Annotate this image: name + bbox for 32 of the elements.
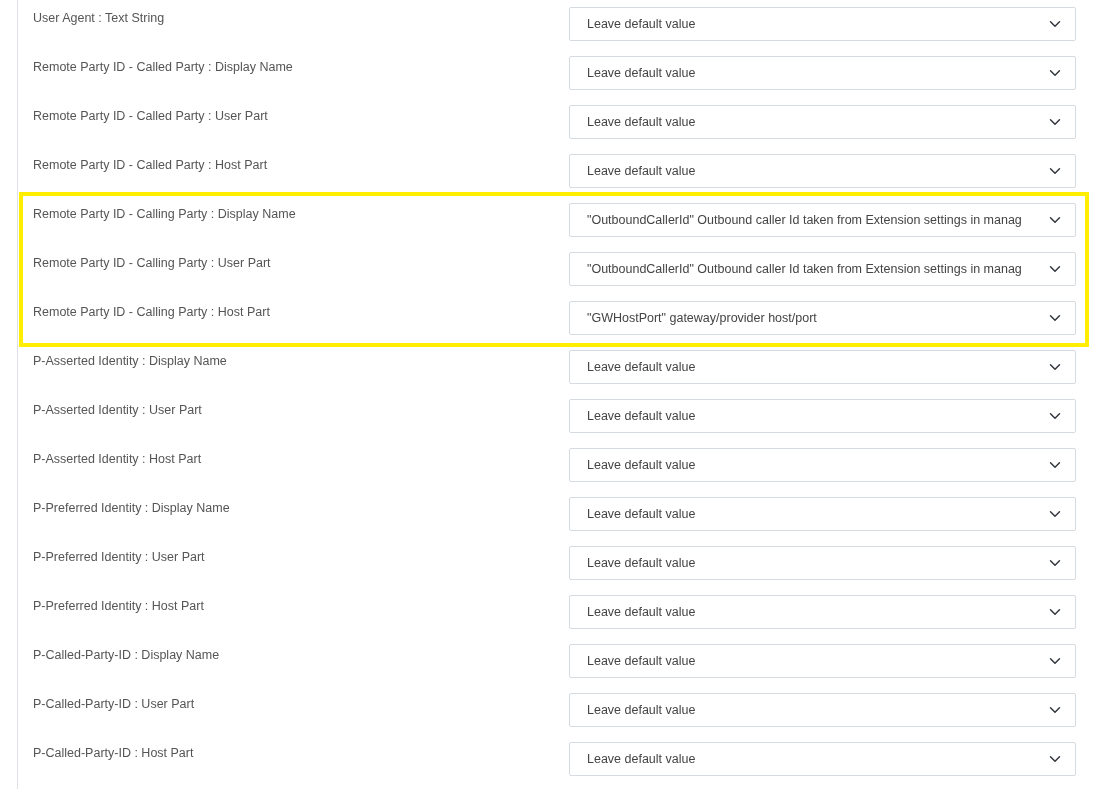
dropdown[interactable]: Leave default value [569, 350, 1076, 384]
dropdown[interactable]: Leave default value [569, 7, 1076, 41]
field-label: Remote Party ID - Calling Party : Display Name [33, 206, 297, 223]
field-label: P-Asserted Identity : Host Part [33, 451, 203, 468]
field-label: User Agent : Text String [33, 10, 166, 27]
dropdown[interactable]: "OutboundCallerId" Outbound caller Id taken from Extension settings in manag [569, 203, 1076, 237]
dropdown[interactable]: Leave default value [569, 448, 1076, 482]
field-label: Remote Party ID - Calling Party : User Part [33, 255, 272, 272]
field-label: P-Asserted Identity : Display Name [33, 353, 228, 370]
field-label: Remote Party ID - Calling Party : Host Part [33, 304, 271, 321]
field-label: P-Asserted Identity : User Part [33, 402, 203, 419]
dropdown[interactable]: Leave default value [569, 644, 1076, 678]
dropdown[interactable]: Leave default value [569, 56, 1076, 90]
field-label: P-Called-Party-ID : User Part [33, 696, 196, 713]
dropdown[interactable]: Leave default value [569, 546, 1076, 580]
field-label: P-Called-Party-ID : Host Part [33, 745, 195, 762]
dropdown[interactable]: Leave default value [569, 105, 1076, 139]
dropdown[interactable]: "GWHostPort" gateway/provider host/port [569, 301, 1076, 335]
field-label: Remote Party ID - Called Party : User Part [33, 108, 269, 125]
dropdown[interactable]: "OutboundCallerId" Outbound caller Id taken from Extension settings in manag [569, 252, 1076, 286]
dropdown[interactable]: Leave default value [569, 399, 1076, 433]
dropdown[interactable]: Leave default value [569, 497, 1076, 531]
field-label: P-Preferred Identity : Host Part [33, 598, 205, 615]
field-label: P-Preferred Identity : User Part [33, 549, 206, 566]
dropdown[interactable]: Leave default value [569, 693, 1076, 727]
field-label: Remote Party ID - Called Party : Display Name [33, 59, 294, 76]
dropdown[interactable]: Leave default value [569, 595, 1076, 629]
field-label: Remote Party ID - Called Party : Host Part [33, 157, 269, 174]
dropdown[interactable]: Leave default value [569, 154, 1076, 188]
field-label: P-Called-Party-ID : Display Name [33, 647, 221, 664]
dropdown[interactable]: Leave default value [569, 742, 1076, 776]
field-label: P-Preferred Identity : Display Name [33, 500, 231, 517]
